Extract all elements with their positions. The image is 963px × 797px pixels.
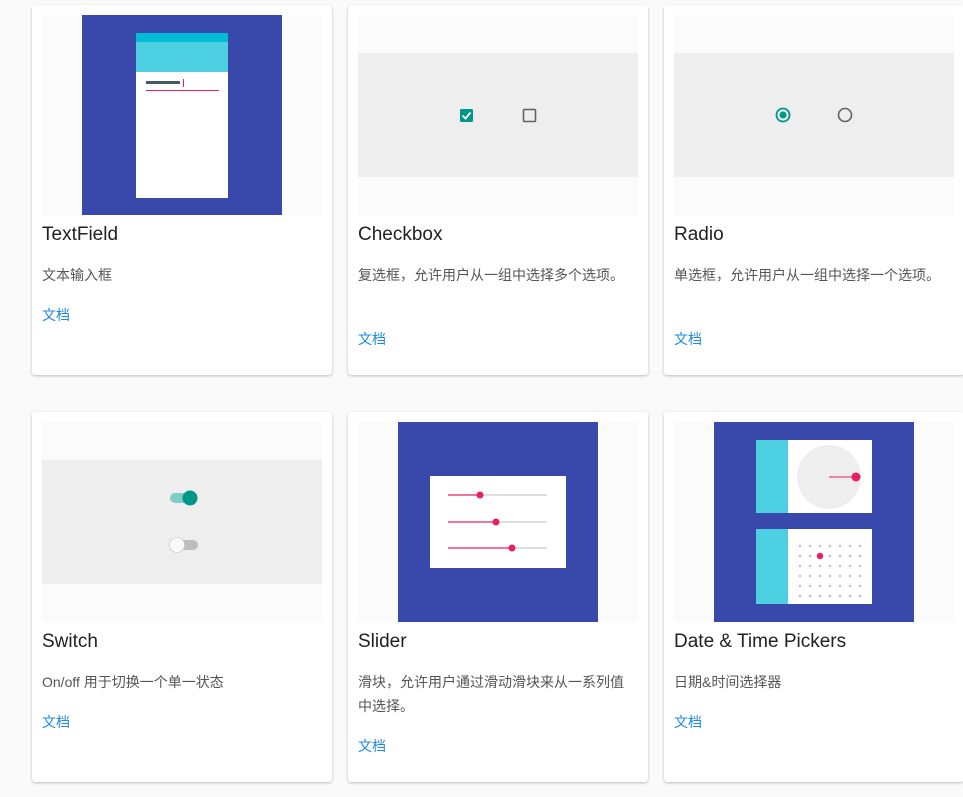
card-title: TextField bbox=[42, 224, 119, 245]
component-card-slider: Slider 滑块，允许用户通过滑动滑块来从一系列值中选择。 文档 bbox=[348, 412, 648, 782]
docs-link[interactable]: 文档 bbox=[42, 712, 70, 732]
textfield-illustration bbox=[42, 15, 322, 215]
slider-illustration bbox=[358, 422, 638, 622]
checkbox-checked-icon bbox=[460, 109, 473, 122]
component-card-radio: Radio 单选框，允许用户从一组中选择一个选项。 文档 bbox=[664, 5, 963, 375]
radio-selected-icon bbox=[775, 107, 791, 123]
switch-on-icon bbox=[170, 490, 198, 506]
component-card-checkbox: Checkbox 复选框，允许用户从一组中选择多个选项。 文档 bbox=[348, 5, 648, 375]
switch-off-icon bbox=[169, 537, 198, 553]
docs-link[interactable]: 文档 bbox=[358, 736, 386, 756]
card-title: Radio bbox=[674, 224, 724, 245]
card-title: Date & Time Pickers bbox=[674, 631, 847, 652]
card-description: 复选框，允许用户从一组中选择多个选项。 bbox=[358, 267, 624, 283]
checkbox-illustration bbox=[358, 15, 638, 215]
card-title: Checkbox bbox=[358, 224, 443, 245]
card-title: Slider bbox=[358, 631, 407, 652]
date-time-pickers-illustration bbox=[674, 422, 954, 622]
docs-link[interactable]: 文档 bbox=[42, 305, 70, 325]
docs-link[interactable]: 文档 bbox=[674, 329, 702, 349]
radio-unselected-icon bbox=[837, 107, 853, 123]
card-description: 文本输入框 bbox=[42, 267, 112, 283]
component-card-date-time-pickers: Date & Time Pickers 日期&时间选择器 文档 bbox=[664, 412, 963, 782]
component-card-textfield: TextField 文本输入框 文档 bbox=[32, 5, 332, 375]
docs-link[interactable]: 文档 bbox=[674, 712, 702, 732]
card-title: Switch bbox=[42, 631, 98, 652]
card-description: 日期&时间选择器 bbox=[674, 674, 782, 690]
radio-illustration bbox=[674, 15, 954, 215]
checkbox-unchecked-icon bbox=[522, 108, 537, 123]
card-description: 单选框，允许用户从一组中选择一个选项。 bbox=[674, 267, 940, 283]
component-card-switch: Switch On/off 用于切换一个单一状态 文档 bbox=[32, 412, 332, 782]
card-description: 滑块，允许用户通过滑动滑块来从一系列值中选择。 bbox=[358, 674, 624, 714]
card-description: On/off 用于切换一个单一状态 bbox=[42, 674, 224, 690]
docs-link[interactable]: 文档 bbox=[358, 329, 386, 349]
switch-illustration bbox=[42, 422, 322, 622]
